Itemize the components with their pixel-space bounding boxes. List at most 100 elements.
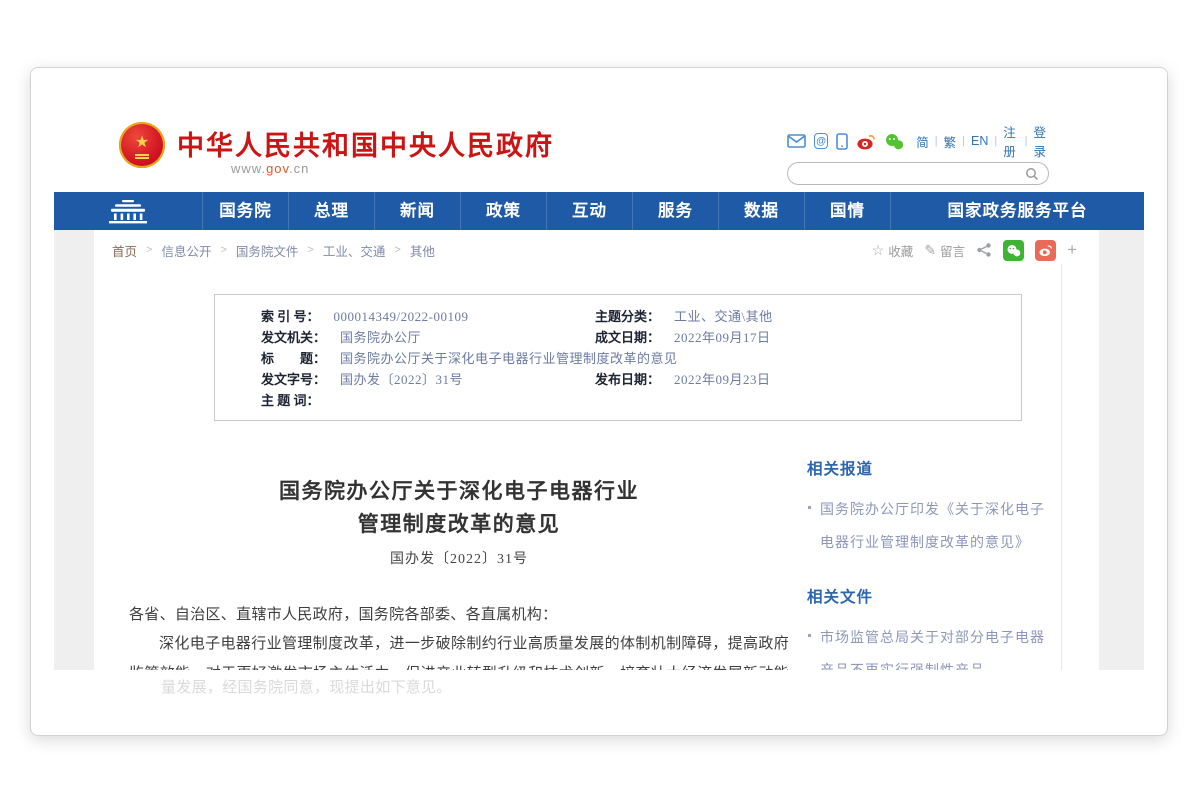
nav-item-interaction[interactable]: 互动 (546, 192, 632, 230)
faded-cutoff-text: 量发展，经国务院同意，现提出如下意见。 (131, 676, 1167, 697)
nav-item-state-council[interactable]: 国务院 (202, 192, 288, 230)
breadcrumb-separator: > (220, 244, 226, 256)
meta-row-written-date: 成文日期：2022年09月17日 (595, 327, 1015, 348)
nav-item-services[interactable]: 服务 (632, 192, 718, 230)
lang-separator: | (935, 135, 938, 147)
register-link[interactable]: 注册 (1003, 122, 1018, 160)
url-www: www. (231, 161, 266, 176)
page-body: 首页 > 信息公开 > 国务院文件 > 工业、交通 > 其他 ☆收藏 ✎留言 (54, 230, 1144, 670)
weibo-icon[interactable] (856, 133, 876, 150)
meta-right-column: 主题分类： 工业、交通\其他 成文日期：2022年09月17日 发布日期： 2022… (595, 306, 1015, 390)
breadcrumb-home[interactable]: 首页 (112, 241, 137, 260)
share-weibo-icon[interactable] (1035, 240, 1056, 261)
breadcrumb-separator: > (307, 244, 313, 256)
search-box (787, 162, 1049, 185)
lang-traditional[interactable]: 繁 (944, 132, 957, 151)
nav-home-tiananmen-icon[interactable] (54, 192, 202, 230)
nav-item-premier[interactable]: 总理 (288, 192, 374, 230)
article-salutation: 各省、自治区、直辖市人民政府，国务院各部委、各直属机构： (129, 601, 789, 630)
article-title: 国务院办公厅关于深化电子电器行业 管理制度改革的意见 (129, 475, 789, 541)
related-reports-title: 相关报道 (807, 457, 1057, 479)
emblem-gate-icon (135, 154, 149, 156)
site-title: 中华人民共和国中央人民政府 (177, 124, 554, 163)
article: 国务院办公厅关于深化电子电器行业 管理制度改革的意见 国办发〔2022〕31号 … (129, 421, 789, 670)
meta-value: 国办发〔2022〕31号 (340, 369, 463, 390)
login-link[interactable]: 登录 (1034, 122, 1049, 160)
lang-english[interactable]: EN (971, 134, 988, 148)
meta-row-publish-date: 发布日期： 2022年09月23日 (595, 369, 1015, 390)
meta-label: 发文机关： (261, 327, 326, 348)
nav-item-news[interactable]: 新闻 (374, 192, 460, 230)
site-header: ★ 中华人民共和国中央人民政府 www.gov.cn @ (31, 68, 1167, 192)
page-tools: ☆收藏 ✎留言 + (872, 240, 1077, 261)
meta-value: 国务院办公厅 (340, 327, 421, 348)
breadcrumb-separator: > (394, 244, 400, 256)
browser-page-card: ★ 中华人民共和国中央人民政府 www.gov.cn @ (30, 67, 1168, 736)
breadcrumb-row: 首页 > 信息公开 > 国务院文件 > 工业、交通 > 其他 ☆收藏 ✎留言 (94, 230, 1099, 260)
meta-label: 索 引 号： (261, 306, 320, 327)
document-meta-table: 索 引 号： 000014349/2022-00109 发文机关： 国务院办公厅 标… (214, 294, 1022, 421)
nav-item-national-conditions[interactable]: 国情 (804, 192, 890, 230)
meta-label: 标 题： (261, 348, 326, 369)
breadcrumb-industry-transport[interactable]: 工业、交通 (323, 241, 386, 260)
article-doc-number: 国办发〔2022〕31号 (129, 548, 789, 568)
star-icon: ☆ (872, 242, 885, 259)
lang-separator: | (962, 135, 965, 147)
header-icons-row: @ 简 | 繁 | EN | 注册 | (787, 130, 1049, 152)
mail-icon[interactable] (787, 134, 806, 148)
meta-row-category: 主题分类： 工业、交通\其他 (595, 306, 1015, 327)
share-button[interactable] (976, 242, 992, 258)
comment-label: 留言 (940, 241, 965, 260)
search-icon[interactable] (1025, 167, 1039, 186)
wechat-icon[interactable] (884, 133, 904, 150)
article-title-line2: 管理制度改革的意见 (129, 508, 789, 541)
email-alias-icon[interactable]: @ (814, 133, 828, 149)
related-report-link[interactable]: 国务院办公厅印发《关于深化电子电器行业管理制度改革的意见》 (807, 493, 1057, 559)
meta-label: 成文日期： (595, 327, 660, 348)
breadcrumb-other[interactable]: 其他 (410, 241, 435, 260)
url-gov: gov (266, 161, 289, 176)
favorite-button[interactable]: ☆收藏 (872, 241, 914, 260)
lang-links: 简 | 繁 | EN | 注册 | 登录 (916, 122, 1049, 160)
content-right-divider (1061, 264, 1062, 670)
content-row: 国务院办公厅关于深化电子电器行业 管理制度改革的意见 国办发〔2022〕31号 … (129, 421, 1099, 670)
breadcrumb-separator: > (146, 244, 152, 256)
breadcrumb-info-disclosure[interactable]: 信息公开 (161, 241, 211, 260)
meta-label: 主 题 词： (261, 390, 320, 411)
share-wechat-icon[interactable] (1003, 240, 1024, 261)
emblem-star-icon: ★ (135, 135, 149, 151)
meta-label: 主题分类： (595, 306, 660, 327)
article-title-line1: 国务院办公厅关于深化电子电器行业 (129, 475, 789, 508)
content-panel: 首页 > 信息公开 > 国务院文件 > 工业、交通 > 其他 ☆收藏 ✎留言 (94, 230, 1099, 670)
article-paragraph: 深化电子电器行业管理制度改革，进一步破除制约行业高质量发展的体制机制障碍，提高政… (129, 630, 789, 670)
meta-label: 发文字号： (261, 369, 326, 390)
meta-row-spacer (595, 348, 1015, 369)
comment-button[interactable]: ✎留言 (924, 241, 965, 260)
lang-separator: | (1025, 135, 1028, 147)
nav-item-policy[interactable]: 政策 (460, 192, 546, 230)
national-emblem-logo[interactable]: ★ (119, 122, 165, 168)
related-files-title: 相关文件 (807, 585, 1057, 607)
favorite-label: 收藏 (888, 241, 913, 260)
url-cn: .cn (289, 161, 309, 176)
meta-value: 000014349/2022-00109 (334, 306, 469, 327)
meta-label: 发布日期： (595, 369, 660, 390)
nav-item-gov-service-platform[interactable]: 国家政务服务平台 (890, 192, 1144, 230)
nav-item-data[interactable]: 数据 (718, 192, 804, 230)
search-input[interactable] (800, 164, 1020, 183)
main-nav: 国务院 总理 新闻 政策 互动 服务 数据 国情 国家政务服务平台 (54, 192, 1144, 230)
header-right-cluster: @ 简 | 繁 | EN | 注册 | (787, 130, 1049, 185)
breadcrumb-state-council-docs[interactable]: 国务院文件 (236, 241, 299, 260)
more-share-button[interactable]: + (1067, 240, 1077, 260)
related-file-link[interactable]: 市场监管总局关于对部分电子电器产品不再实行强制性产品 (807, 621, 1057, 670)
related-sidebar: 相关报道 国务院办公厅印发《关于深化电子电器行业管理制度改革的意见》 相关文件 … (807, 421, 1057, 670)
mobile-icon[interactable] (836, 133, 848, 150)
lang-simplified[interactable]: 简 (916, 132, 929, 151)
site-url: www.gov.cn (231, 161, 309, 176)
meta-value: 2022年09月23日 (674, 369, 771, 390)
breadcrumb: 首页 > 信息公开 > 国务院文件 > 工业、交通 > 其他 (112, 241, 435, 260)
meta-value: 工业、交通\其他 (674, 306, 773, 327)
lang-separator: | (994, 135, 997, 147)
meta-row-keywords: 主 题 词： (261, 390, 1021, 411)
pencil-icon: ✎ (924, 242, 936, 259)
